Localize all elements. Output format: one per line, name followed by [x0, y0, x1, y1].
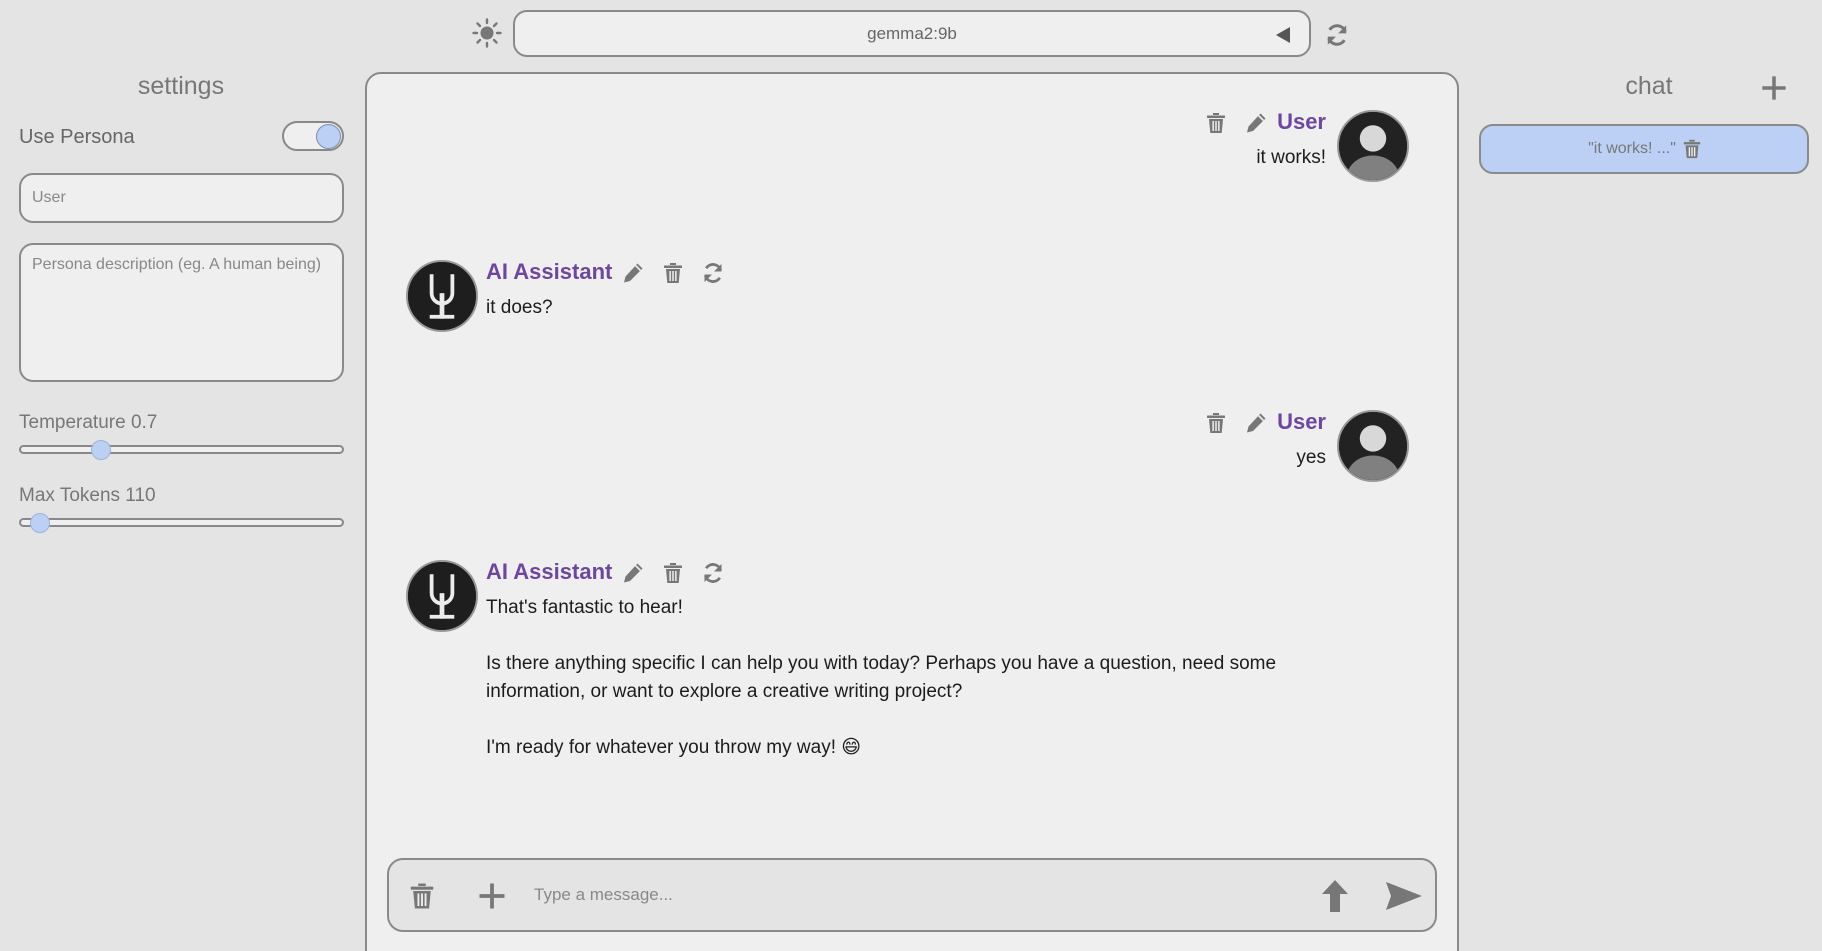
trash-icon[interactable]: [1681, 138, 1703, 160]
arrow-up-icon[interactable]: [1319, 878, 1351, 914]
regenerate-icon[interactable]: [701, 561, 725, 585]
message-author: User: [1277, 109, 1326, 134]
plus-icon[interactable]: [477, 881, 507, 911]
model-select[interactable]: gemma2:9b: [513, 10, 1311, 57]
message-author: AI Assistant: [486, 559, 613, 584]
chat-item-label: "it works! ...": [1588, 140, 1676, 157]
message-user: User it works!: [367, 109, 1457, 210]
triangle-left-icon: [1276, 27, 1290, 43]
message-paragraph: That's fantastic to hear!: [486, 597, 683, 618]
use-persona-toggle[interactable]: [282, 121, 344, 151]
message-composer: [387, 858, 1437, 932]
message-author: User: [1277, 409, 1326, 434]
message-assistant: AI Assistant That's fantastic to hear! I…: [367, 559, 1457, 762]
message-text: it works!: [1256, 147, 1326, 168]
assistant-avatar: [406, 560, 478, 632]
temperature-label: Temperature 0.7: [19, 412, 158, 433]
pencil-icon[interactable]: [1244, 111, 1268, 135]
trash-icon[interactable]: [1204, 111, 1228, 135]
use-persona-label: Use Persona: [19, 126, 135, 148]
message-paragraph: Is there anything specific I can help yo…: [486, 653, 1277, 702]
pencil-icon[interactable]: [1244, 411, 1268, 435]
pencil-icon[interactable]: [621, 261, 645, 285]
trash-icon[interactable]: [1204, 411, 1228, 435]
trash-icon[interactable]: [661, 561, 685, 585]
message-text: That's fantastic to hear! Is there anyth…: [486, 594, 1346, 762]
app-window: gemma2:9b settings Use Persona Temperatu…: [0, 0, 1822, 951]
max-tokens-slider[interactable]: [19, 513, 344, 533]
sun-icon[interactable]: [472, 18, 502, 48]
plus-icon[interactable]: [1760, 74, 1788, 102]
chat-panel: User it works! AI Assistant it does? Use…: [365, 72, 1459, 951]
settings-title: settings: [137, 72, 225, 100]
temperature-slider[interactable]: [19, 440, 344, 460]
chat-list-title: chat: [1625, 72, 1673, 100]
message-paragraph: I'm ready for whatever you throw my way!…: [486, 737, 862, 758]
top-bar: gemma2:9b: [0, 0, 1822, 70]
model-select-value: gemma2:9b: [867, 23, 957, 43]
regenerate-icon[interactable]: [701, 261, 725, 285]
trash-icon[interactable]: [661, 261, 685, 285]
send-icon[interactable]: [1385, 881, 1423, 911]
pencil-icon[interactable]: [621, 561, 645, 585]
message-assistant: AI Assistant it does?: [367, 259, 1457, 360]
message-text: it does?: [486, 297, 553, 318]
user-avatar: [1337, 110, 1409, 182]
refresh-icon[interactable]: [1324, 22, 1350, 48]
user-avatar: [1337, 410, 1409, 482]
message-text: yes: [1296, 447, 1326, 468]
message-user: User yes: [367, 409, 1457, 510]
message-input[interactable]: [534, 877, 1174, 913]
chat-list-item[interactable]: "it works! ...": [1479, 124, 1809, 174]
temperature-slider-thumb[interactable]: [91, 440, 112, 460]
chat-list-panel: chat "it works! ...": [1459, 70, 1822, 951]
toggle-knob: [316, 124, 341, 149]
assistant-avatar: [406, 260, 478, 332]
max-tokens-slider-thumb[interactable]: [30, 513, 51, 533]
trash-icon[interactable]: [407, 879, 437, 913]
message-author: AI Assistant: [486, 259, 613, 284]
settings-panel: settings Use Persona Temperature 0.7 Max…: [0, 70, 365, 951]
persona-name-input[interactable]: [19, 173, 344, 223]
persona-description-input[interactable]: [19, 243, 344, 382]
max-tokens-label: Max Tokens 110: [19, 485, 156, 506]
